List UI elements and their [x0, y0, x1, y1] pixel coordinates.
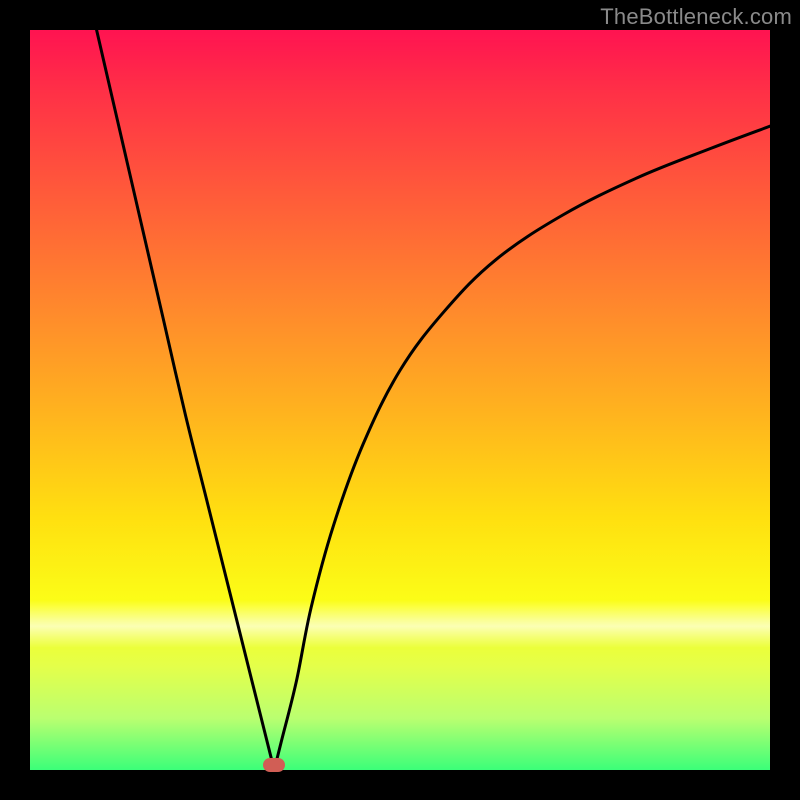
curve-right-branch [274, 126, 770, 770]
curve-left-branch [97, 30, 275, 770]
chart-frame: TheBottleneck.com [0, 0, 800, 800]
watermark-text: TheBottleneck.com [600, 4, 792, 30]
highlight-band [30, 600, 770, 648]
chart-plot-area [30, 30, 770, 770]
bottleneck-curve [30, 30, 770, 770]
minimum-marker [263, 758, 285, 772]
